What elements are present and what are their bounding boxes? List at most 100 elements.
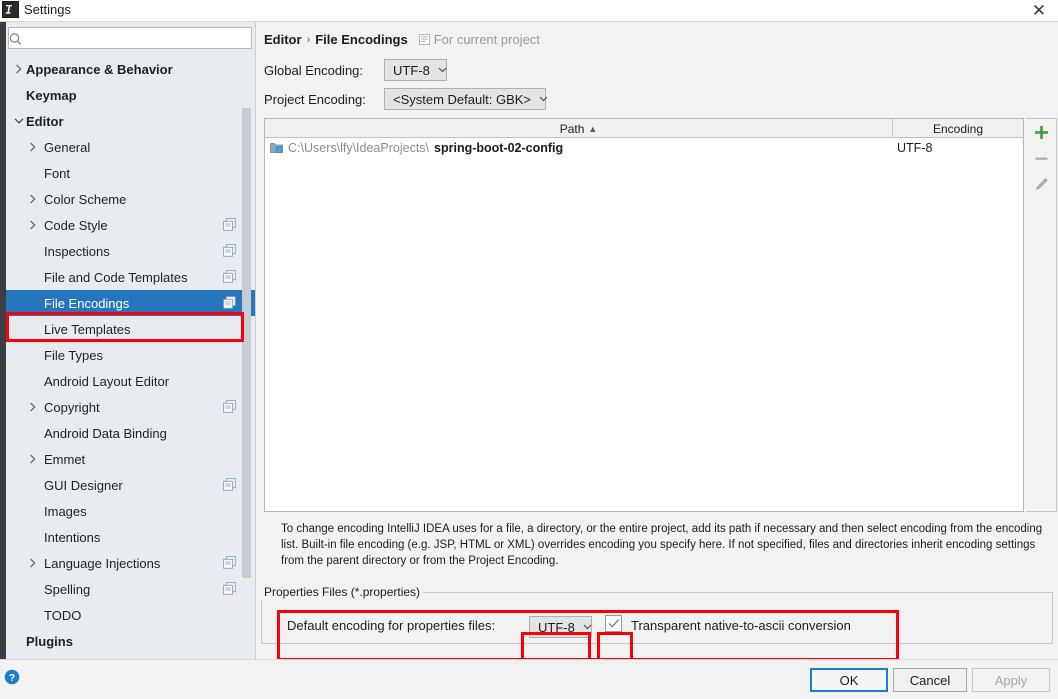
sidebar-item-spelling[interactable]: Spelling [6,576,255,602]
sidebar-scrollbar-track[interactable] [242,56,253,656]
intellij-idea-icon [2,1,19,18]
sidebar-item-file-encodings[interactable]: File Encodings [6,290,255,316]
sidebar-item-label: Intentions [44,529,101,545]
sidebar-item-keymap[interactable]: Keymap [6,82,255,108]
table-header-row: Path ▲ Encoding [265,119,1023,138]
dialog-body: Appearance & Behavior Keymap Editor General… [0,22,1058,699]
chevron-down-icon [583,624,592,630]
sidebar-item-label: General [44,139,91,155]
sidebar-item-copyright[interactable]: Copyright [6,394,255,420]
sidebar-item-android-data-binding[interactable]: Android Data Binding [6,420,255,446]
sidebar-item-inspections[interactable]: Inspections [6,238,255,264]
search-input[interactable] [27,30,247,48]
sidebar-item-label: Android Layout Editor [44,373,170,389]
scope-note: For current project [418,32,540,47]
pencil-icon [1035,177,1048,190]
table-toolbar [1026,118,1057,512]
sidebar-item-label: Keymap [26,87,77,103]
minus-icon [1035,157,1047,160]
sidebar-item-label: Font [44,165,71,181]
sidebar-item-file-types[interactable]: File Types [6,342,255,368]
module-folder-icon [270,143,283,153]
sidebar-item-label: Live Templates [44,321,131,337]
column-header-path-label: Path [559,121,585,136]
cancel-button[interactable]: Cancel [893,668,967,692]
sidebar-item-label: Emmet [44,451,86,467]
chevron-right-icon[interactable] [26,446,40,472]
add-button[interactable] [1030,121,1052,143]
sidebar-item-todo[interactable]: TODO [6,602,255,628]
sidebar-search [6,27,252,49]
copy-settings-icon [223,218,236,231]
chevron-right-icon[interactable] [12,56,26,82]
sidebar-item-label: Spelling [44,581,91,597]
sidebar-item-editor[interactable]: Editor [6,108,255,134]
chevron-right-icon[interactable] [26,394,40,420]
chevron-right-icon[interactable] [26,212,40,238]
column-header-encoding-label: Encoding [932,121,984,136]
svg-text:?: ? [9,672,15,684]
sidebar-scrollbar-thumb[interactable] [242,108,251,578]
sidebar-item-label: Android Data Binding [44,425,167,441]
chevron-down-icon[interactable] [12,108,26,134]
sidebar-item-plugins[interactable]: Plugins [6,628,255,654]
plus-icon [1034,125,1048,139]
project-encoding-combo[interactable]: <System Default: GBK> [384,88,548,110]
apply-button: Apply [972,668,1050,692]
chevron-right-icon[interactable] [26,134,40,160]
breadcrumb-parent[interactable]: Editor [264,32,302,47]
edit-button[interactable] [1030,173,1052,195]
close-icon[interactable]: ✕ [1028,1,1050,21]
table-row[interactable]: C:\Users\lfy\IdeaProjects\ spring-boot-02… [265,138,1023,158]
sidebar-item-code-style[interactable]: Code Style [6,212,255,238]
sidebar-item-label: Editor [26,113,64,129]
sidebar-item-label: File Encodings [44,295,130,311]
table-cell-encoding[interactable]: UTF-8 [893,141,1023,155]
sidebar-item-intentions[interactable]: Intentions [6,524,255,550]
default-encoding-value: UTF-8 [538,619,575,635]
sidebar-item-font[interactable]: Font [6,160,255,186]
sidebar-item-label: Images [44,503,87,519]
checkmark-icon [608,619,619,628]
sidebar-item-appearance-behavior[interactable]: Appearance & Behavior [6,56,255,82]
project-scope-icon [418,34,430,45]
column-header-path[interactable]: Path ▲ [265,119,893,138]
global-encoding-value: UTF-8 [393,62,430,78]
sidebar-item-label: GUI Designer [44,477,123,493]
default-encoding-combo[interactable]: UTF-8 [529,616,592,638]
column-header-encoding[interactable]: Encoding [893,119,1023,138]
sidebar-item-images[interactable]: Images [6,498,255,524]
chevron-down-icon [539,96,548,102]
search-box[interactable] [8,27,252,49]
breadcrumb-current: File Encodings [315,32,408,47]
global-encoding-combo[interactable]: UTF-8 [384,59,447,81]
sidebar-item-language-injections[interactable]: Language Injections [6,550,255,576]
sidebar-item-label: Color Scheme [44,191,127,207]
copy-settings-icon [223,244,236,257]
remove-button[interactable] [1030,147,1052,169]
encodings-table: Path ▲ Encoding C:\Users\lfy\IdeaProject… [264,118,1024,512]
sidebar-item-label: Appearance & Behavior [26,61,173,77]
chevron-right-icon[interactable] [26,550,40,576]
sort-ascending-icon: ▲ [588,123,598,134]
sidebar-item-general[interactable]: General [6,134,255,160]
ok-button[interactable]: OK [810,668,888,692]
chevron-down-icon [438,67,447,73]
chevron-right-icon[interactable] [26,186,40,212]
transparent-conversion-label: Transparent native-to-ascii conversion [631,618,851,633]
sidebar-item-android-layout-editor[interactable]: Android Layout Editor [6,368,255,394]
sidebar-item-live-templates[interactable]: Live Templates [6,316,255,342]
sidebar-item-file-and-code-templates[interactable]: File and Code Templates [6,264,255,290]
settings-sidebar: Appearance & Behavior Keymap Editor General… [6,22,256,659]
breadcrumb: Editor › File Encodings For current proj… [264,32,540,47]
transparent-conversion-checkbox[interactable] [605,615,622,632]
copy-settings-icon [223,556,236,569]
help-question-icon[interactable]: ? [4,669,20,685]
sidebar-item-color-scheme[interactable]: Color Scheme [6,186,255,212]
sidebar-item-label: File and Code Templates [44,269,188,285]
copy-settings-icon [223,400,236,413]
copy-settings-icon [223,296,236,309]
settings-tree: Appearance & Behavior Keymap Editor General… [6,56,255,659]
sidebar-item-emmet[interactable]: Emmet [6,446,255,472]
sidebar-item-gui-designer[interactable]: GUI Designer [6,472,255,498]
